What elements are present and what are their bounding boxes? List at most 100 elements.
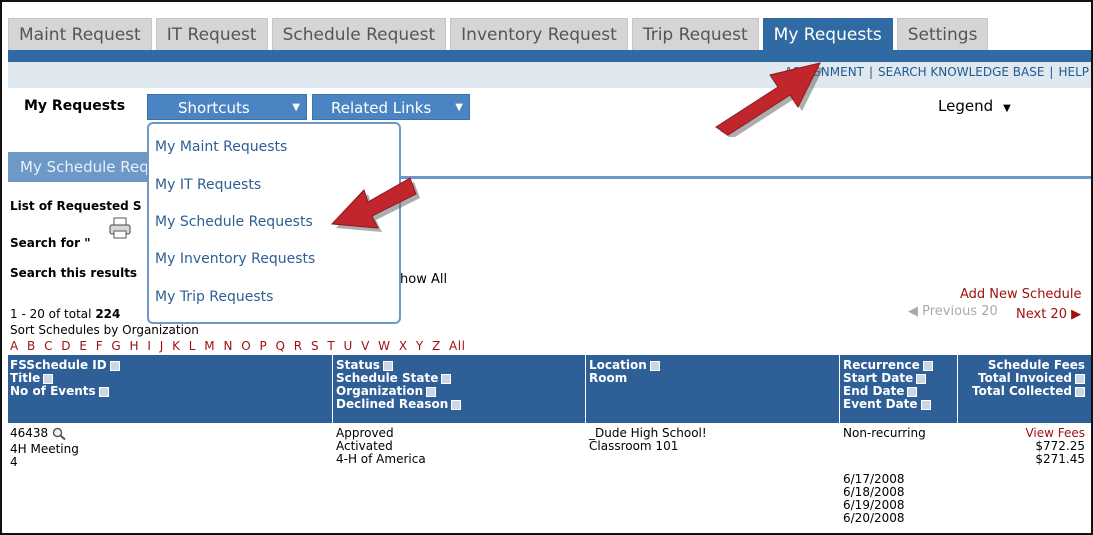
chevron-down-icon: ▼ — [455, 102, 463, 113]
organization-value: 4-H of America — [336, 452, 426, 466]
column-divider — [957, 355, 958, 423]
header-location: Location — [589, 358, 647, 372]
menu-item-my-trip-requests[interactable]: My Trip Requests — [155, 289, 273, 305]
results-total: 224 — [95, 307, 121, 321]
sort-icon[interactable] — [922, 360, 933, 371]
sort-icon[interactable] — [916, 373, 927, 384]
tab-settings[interactable]: Settings — [896, 18, 989, 50]
header-organization: Organization — [336, 384, 424, 398]
header-col-status[interactable]: Status Schedule State Organization Decli… — [336, 358, 462, 411]
triangle-left-icon: ◀ — [908, 304, 923, 319]
results-count: 1 - 20 of total 224 — [10, 307, 120, 321]
triangle-right-icon: ▶ — [1066, 307, 1082, 322]
no-of-events: 4 — [10, 455, 18, 469]
menu-item-my-inventory-requests[interactable]: My Inventory Requests — [155, 251, 315, 267]
tab-trip-request[interactable]: Trip Request — [631, 18, 759, 50]
sort-icon[interactable] — [109, 360, 120, 371]
column-divider — [585, 355, 586, 423]
header-total-collected: Total Collected — [972, 384, 1072, 398]
header-fsschedule-id: FSSchedule ID — [10, 358, 107, 372]
top-links: ASSIGNMENT | SEARCH KNOWLEDGE BASE | HELP — [784, 65, 1090, 79]
help-link[interactable]: HELP — [1058, 65, 1089, 79]
header-event-date: Event Date — [843, 397, 918, 411]
sort-icon[interactable] — [451, 399, 462, 410]
previous-page-link[interactable]: ◀ Previous 20 — [908, 304, 998, 319]
sort-icon[interactable] — [649, 360, 660, 371]
sort-icon[interactable] — [98, 386, 109, 397]
header-start-date: Start Date — [843, 371, 914, 385]
header-col-id[interactable]: FSSchedule ID Title No of Events — [10, 359, 120, 398]
assignment-link[interactable]: ASSIGNMENT — [785, 65, 865, 79]
tab-maint-request[interactable]: Maint Request — [8, 18, 152, 50]
search-for-label: Search for " — [10, 236, 91, 250]
schedule-title: 4H Meeting — [10, 442, 79, 456]
header-col-fees[interactable]: Schedule Fees Total Invoiced Total Colle… — [972, 359, 1085, 398]
section-divider — [400, 176, 1091, 179]
search-knowledge-base-link[interactable]: SEARCH KNOWLEDGE BASE — [878, 65, 1044, 79]
table-row-cell-fees: View Fees $772.25 $271.45 — [1025, 427, 1085, 466]
sort-icon[interactable] — [907, 386, 918, 397]
previous-label: Previous 20 — [922, 304, 998, 319]
table-row-cell-id: 46438 4H Meeting 4 — [10, 427, 79, 469]
header-no-of-events: No of Events — [10, 384, 96, 398]
header-col-location[interactable]: Location Room — [589, 359, 660, 385]
magnifier-icon[interactable] — [52, 427, 66, 441]
header-room: Room — [589, 371, 628, 385]
shortcuts-menu: My Maint Requests My IT Requests My Sche… — [147, 122, 401, 324]
tab-underline-bar — [8, 50, 1091, 62]
search-results-label: Search this results — [10, 266, 138, 280]
results-count-prefix: 1 - 20 of total — [10, 307, 92, 321]
header-total-invoiced: Total Invoiced — [978, 371, 1072, 385]
shortcuts-button[interactable]: Shortcuts ▼ — [147, 94, 307, 120]
header-schedule-state: Schedule State — [336, 371, 439, 385]
menu-item-my-schedule-requests[interactable]: My Schedule Requests — [155, 214, 313, 230]
sort-label: Sort Schedules by Organization — [10, 323, 199, 337]
printer-icon[interactable] — [108, 216, 132, 240]
column-divider — [332, 355, 333, 423]
total-collected-value: $271.45 — [1035, 452, 1085, 466]
sort-icon[interactable] — [1075, 373, 1085, 384]
shortcuts-label: Shortcuts — [178, 99, 250, 117]
menu-item-my-it-requests[interactable]: My IT Requests — [155, 177, 261, 193]
chevron-down-icon: ▼ — [1003, 103, 1011, 114]
event-date: 6/20/2008 — [843, 511, 905, 525]
tab-inventory-request[interactable]: Inventory Request — [450, 18, 628, 50]
recurrence-value: Non-recurring — [843, 426, 926, 440]
header-end-date: End Date — [843, 384, 905, 398]
legend-label: Legend — [938, 97, 994, 115]
table-row-cell-location: _Dude High School! Classroom 101 — [589, 427, 707, 453]
table-row-cell-status: Approved Activated 4-H of America — [336, 427, 426, 466]
sort-icon[interactable] — [1075, 386, 1085, 397]
page-title: My Requests — [24, 98, 126, 114]
menu-item-my-maint-requests[interactable]: My Maint Requests — [155, 139, 287, 155]
schedule-id[interactable]: 46438 — [10, 426, 48, 440]
sort-icon[interactable] — [426, 386, 437, 397]
header-title: Title — [10, 371, 41, 385]
tab-my-requests[interactable]: My Requests — [762, 18, 893, 50]
add-new-schedule-link[interactable]: Add New Schedule — [960, 287, 1082, 302]
sort-icon[interactable] — [43, 373, 54, 384]
next-page-link[interactable]: Next 20 ▶ — [1016, 307, 1081, 322]
legend-dropdown[interactable]: Legend ▼ — [938, 97, 1011, 115]
room-value: Classroom 101 — [589, 439, 679, 453]
tab-schedule-request[interactable]: Schedule Request — [271, 18, 447, 50]
alphabet-filter[interactable]: A B C D E F G H I J K L M N O P Q R S T … — [10, 339, 465, 353]
column-divider — [839, 355, 840, 423]
sort-icon[interactable] — [441, 373, 452, 384]
header-recurrence: Recurrence — [843, 358, 920, 372]
related-links-label: Related Links — [331, 99, 432, 117]
sort-icon[interactable] — [382, 360, 393, 371]
show-all-link[interactable]: how All — [400, 272, 447, 287]
header-schedule-fees: Schedule Fees — [987, 358, 1085, 372]
tab-my-schedule-requests[interactable]: My Schedule Requests — [8, 152, 153, 182]
next-label: Next 20 — [1016, 307, 1067, 322]
chevron-down-icon: ▼ — [292, 102, 300, 113]
tab-it-request[interactable]: IT Request — [155, 18, 268, 50]
header-declined-reason: Declined Reason — [336, 397, 449, 411]
related-links-button[interactable]: Related Links ▼ — [312, 94, 470, 120]
header-col-recurrence[interactable]: Recurrence Start Date End Date Event Dat… — [843, 359, 933, 411]
main-tab-bar: Maint Request IT Request Schedule Reques… — [8, 18, 992, 50]
header-status: Status — [336, 358, 380, 372]
list-requested-label: List of Requested S — [10, 199, 142, 213]
sort-icon[interactable] — [920, 399, 931, 410]
